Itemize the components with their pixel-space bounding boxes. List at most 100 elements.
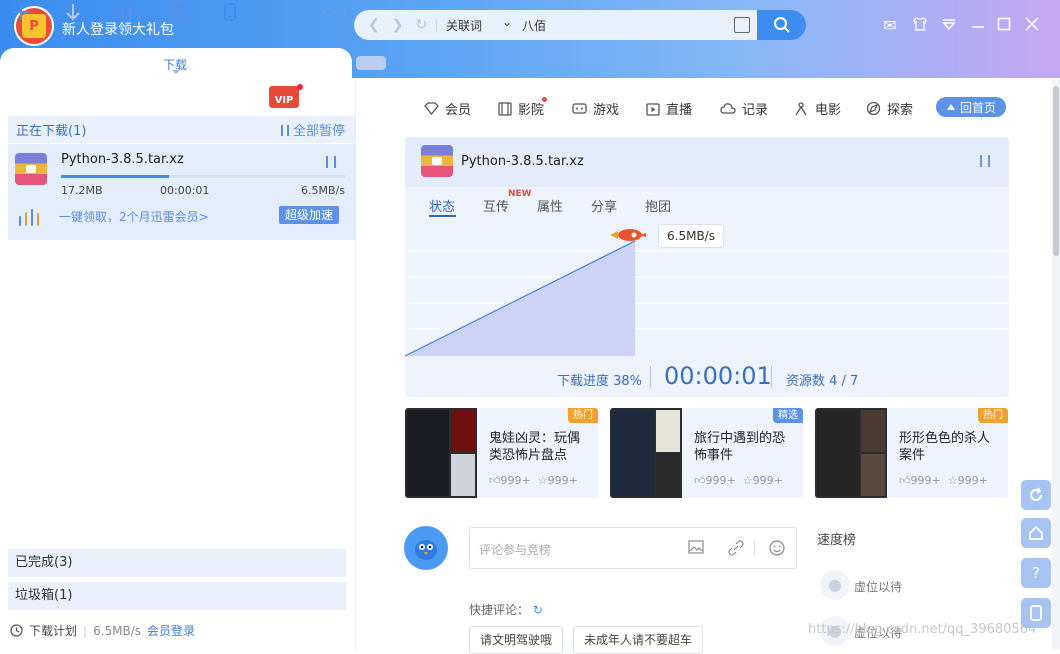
star-icon[interactable]: ☆ [538, 474, 548, 487]
tab-status[interactable]: 状态 [429, 196, 483, 215]
menu-item-live[interactable]: 直播 [646, 99, 692, 118]
menu-label: 直播 [666, 103, 693, 118]
scrollbar-thumb[interactable] [1053, 86, 1059, 256]
pause-all-icon[interactable] [115, 0, 137, 24]
card-badge: 热门 [568, 408, 598, 423]
task-detail-pause-button[interactable] [980, 155, 990, 167]
user-avatar[interactable] [404, 526, 448, 570]
vip-icon[interactable]: VIP [269, 86, 299, 108]
elapsed-time: 00:00:01 [664, 362, 772, 390]
download-progress-label: 下载进度 38% [557, 374, 643, 389]
new-badge: NEW [508, 189, 532, 199]
completed-section[interactable]: 已完成(3) [8, 549, 346, 577]
card-title: 旅行中遇到的恐怖事件 [694, 431, 786, 463]
nav-arrows: ❮❯↻ [368, 17, 439, 33]
live-icon [646, 102, 660, 116]
forward-icon[interactable]: ❯ [392, 17, 416, 33]
chevron-down-icon[interactable]: ⌄ [502, 15, 512, 29]
rocket-icon [610, 229, 646, 241]
rank-item-label: 虚位以待 [854, 580, 903, 594]
star-icon[interactable]: ☆ [743, 474, 753, 487]
tab-browser[interactable] [356, 56, 386, 70]
card-poster [815, 408, 887, 498]
minimize-icon[interactable] [967, 16, 989, 36]
download-plan-link[interactable]: 下载计划 [29, 622, 77, 639]
mail-icon[interactable]: ✉ [879, 16, 901, 36]
speed-tooltip: 6.5MB/s [658, 224, 724, 248]
boost-bars-icon [17, 206, 45, 230]
skin-icon[interactable] [909, 16, 931, 36]
link-icon[interactable] [728, 540, 744, 556]
refresh-icon[interactable]: ↻ [533, 603, 543, 617]
more-icon[interactable]: ••• [319, 0, 349, 24]
phone-icon[interactable] [219, 0, 241, 24]
card-stars: 999+ [547, 474, 578, 487]
member-promo-link[interactable]: 一键领取，2个月迅雷会员> [59, 208, 209, 225]
archive-file-icon [15, 153, 47, 185]
menu-item-movies[interactable]: 电影 [794, 99, 841, 118]
menu-item-vip[interactable]: 会员 [424, 99, 471, 118]
super-boost-button[interactable]: 超级加速 [279, 206, 339, 224]
thumbs-up-icon[interactable]: 👍︎ [489, 474, 501, 487]
image-icon[interactable] [688, 540, 704, 556]
download-arrow-icon[interactable] [62, 0, 84, 24]
recommend-card[interactable]: 鬼娃凶灵：玩偶类恐怖片盘点 👍︎999+ ☆999+ 热门 [405, 408, 598, 498]
search-category[interactable]: 关联词 [446, 17, 482, 34]
detail-tabs: 状态 互传 属性 分享 抱团 [429, 196, 699, 215]
refresh-button[interactable] [1021, 480, 1051, 510]
menu-item-cinema[interactable]: 影院 [498, 99, 544, 118]
task-pause-button[interactable] [326, 156, 336, 168]
tab-properties[interactable]: 属性 [537, 196, 591, 215]
menu-item-explore[interactable]: 探索 [866, 99, 913, 118]
card-stars: 999+ [957, 474, 988, 487]
task-time: 00:00:01 [160, 184, 210, 197]
tab-share[interactable]: 分享 [591, 196, 645, 215]
card-likes: 999+ [500, 474, 531, 487]
mobile-button[interactable] [1021, 598, 1051, 628]
pause-all-button[interactable]: 全部暂停 [280, 120, 345, 139]
diamond-icon [424, 102, 439, 115]
task-size: 17.2MB [61, 184, 103, 197]
recommend-card[interactable]: 旅行中遇到的恐怖事件 👍︎999+ ☆999+ 精选 [610, 408, 803, 498]
divider [771, 366, 772, 388]
back-icon[interactable]: ❮ [368, 17, 392, 33]
search-input[interactable]: 八佰 [522, 17, 546, 34]
search-button[interactable] [757, 10, 806, 40]
member-login-link[interactable]: 会员登录 [147, 622, 195, 639]
close-icon[interactable] [1021, 16, 1043, 36]
menu-item-games[interactable]: 游戏 [572, 99, 619, 118]
bookmark-icon[interactable] [734, 17, 750, 33]
comment-input[interactable]: 评论参与竞榜 [469, 527, 797, 569]
home-button[interactable]: 回首页 [936, 97, 1006, 117]
emoji-icon[interactable] [769, 540, 785, 556]
divider [650, 366, 651, 388]
recommend-card[interactable]: 形形色色的杀人案件 👍︎999+ ☆999+ 热门 [815, 408, 1008, 498]
search-bar: ❮❯↻ 关联词 ⌄ 八佰 [354, 10, 806, 40]
task-speed: 6.5MB/s [301, 184, 345, 197]
question-icon: ? [1032, 564, 1040, 582]
thumbs-up-icon[interactable]: 👍︎ [694, 474, 706, 487]
card-poster [405, 408, 477, 498]
help-button[interactable]: ? [1021, 558, 1051, 588]
task-detail-panel [405, 137, 1009, 397]
thumbs-up-icon[interactable]: 👍︎ [899, 474, 911, 487]
star-icon[interactable]: ☆ [948, 474, 958, 487]
menu-item-records[interactable]: 记录 [720, 99, 768, 118]
card-stats: 👍︎999+ ☆999+ [489, 474, 578, 487]
downloading-section-header[interactable]: 正在下载(1) 全部暂停 [8, 116, 355, 143]
menu-icon[interactable] [938, 16, 960, 36]
home-side-button[interactable] [1021, 518, 1051, 548]
add-icon[interactable] [10, 0, 32, 24]
trash-section[interactable]: 垃圾箱(1) [8, 582, 346, 610]
pause-icon [280, 125, 289, 136]
gamepad-icon [572, 103, 587, 114]
home-button-label: 回首页 [959, 100, 996, 115]
tab-group[interactable]: 抱团 [645, 196, 699, 215]
scrollbar[interactable] [1052, 80, 1060, 650]
task-filename: Python-3.8.5.tar.xz [61, 152, 184, 167]
menu-label: 游戏 [593, 103, 620, 118]
divider: | [83, 623, 88, 638]
maximize-icon[interactable] [993, 16, 1015, 36]
delete-icon[interactable] [167, 0, 189, 24]
divider [436, 18, 437, 32]
